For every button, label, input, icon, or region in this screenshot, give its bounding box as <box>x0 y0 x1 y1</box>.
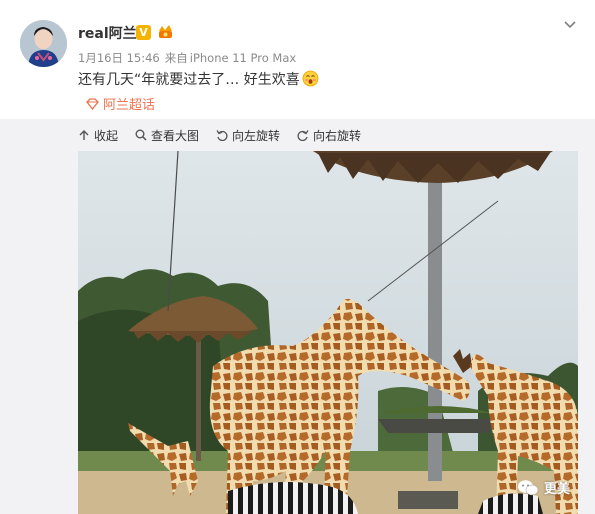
wechat-icon <box>518 479 539 495</box>
topic-link[interactable]: 阿兰超话 <box>86 94 155 113</box>
collapse-button[interactable]: 收起 <box>78 126 118 144</box>
view-full-button[interactable]: 查看大图 <box>135 126 199 144</box>
collapse-icon <box>79 130 89 140</box>
post-photo[interactable] <box>78 151 578 514</box>
emoji-icon <box>302 70 319 87</box>
level-badge-icon[interactable] <box>157 24 174 40</box>
post-meta: 1月16日 15:46 来自 iPhone 11 Pro Max <box>78 50 301 66</box>
giraffe-photo <box>78 151 578 514</box>
watermark-label: 更美 <box>544 482 571 497</box>
post-text-content: 还有几天“年就要过去了… 好生欢喜 <box>78 72 300 88</box>
v-badge-icon: V <box>136 25 151 40</box>
rotate-left-label: 向左旋转 <box>232 128 281 143</box>
post-text: 还有几天“年就要过去了… 好生欢喜 <box>78 69 319 89</box>
media-toolbar: 收起 查看大图 向左旋转 向右旋转 <box>78 126 361 144</box>
topic-icon <box>86 98 99 110</box>
source-prefix: 来自 <box>164 51 188 65</box>
avatar-image <box>20 20 67 67</box>
topic-label: 阿兰超话 <box>103 98 156 113</box>
username[interactable]: real阿兰 <box>78 23 137 43</box>
zoom-icon <box>135 129 147 141</box>
post-date[interactable]: 1月16日 15:46 <box>78 51 160 65</box>
collapse-label: 收起 <box>94 128 119 143</box>
view-full-label: 查看大图 <box>151 128 200 143</box>
source-device[interactable]: iPhone 11 Pro Max <box>190 51 296 65</box>
avatar[interactable] <box>20 20 67 67</box>
watermark: 更美 <box>517 478 570 497</box>
rotate-left-button[interactable]: 向左旋转 <box>216 126 280 144</box>
chevron-down-icon[interactable] <box>563 17 577 31</box>
rotate-left-icon <box>216 130 228 141</box>
rotate-right-label: 向右旋转 <box>313 128 362 143</box>
rotate-right-button[interactable]: 向右旋转 <box>297 126 361 144</box>
rotate-right-icon <box>297 130 309 141</box>
